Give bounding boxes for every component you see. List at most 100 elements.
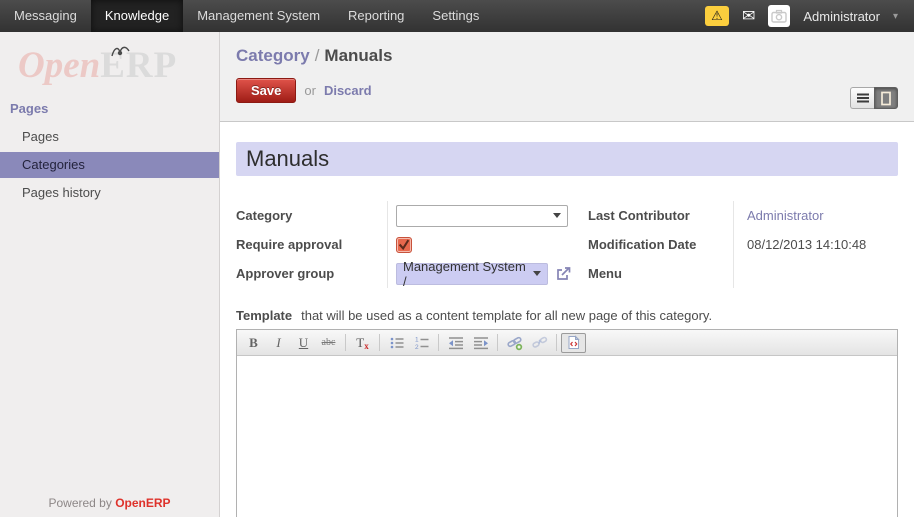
powered-by: Powered by OpenERP xyxy=(0,496,219,510)
last-contributor-label: Last Contributor xyxy=(588,201,733,230)
indent-button[interactable] xyxy=(468,333,493,353)
editor-toolbar: B I U abc Tx xyxy=(237,330,897,356)
approver-group-select[interactable]: Management System / xyxy=(396,263,548,285)
remove-format-x: x xyxy=(364,341,369,351)
main-header: Category/Manuals Save or Discard xyxy=(220,32,914,122)
field-row-category: Category xyxy=(236,201,588,230)
ant-icon xyxy=(106,42,136,58)
form-sheet: Manuals Category xyxy=(220,122,914,517)
list-view-button[interactable] xyxy=(850,87,874,109)
link-button[interactable] xyxy=(502,333,527,353)
openerp-logo: OpenERP xyxy=(18,44,219,87)
category-select[interactable] xyxy=(396,205,568,227)
camera-placeholder-icon xyxy=(770,8,788,24)
category-label: Category xyxy=(236,201,387,230)
menu-settings[interactable]: Settings xyxy=(418,0,493,32)
powered-by-text: Powered by xyxy=(48,496,111,510)
chevron-down-icon xyxy=(533,271,541,276)
logo-open-text: Open xyxy=(18,45,100,86)
toolbar-separator xyxy=(556,334,557,351)
menu-messaging[interactable]: Messaging xyxy=(0,0,91,32)
rich-text-editor: B I U abc Tx xyxy=(236,329,898,517)
underline-button[interactable]: U xyxy=(291,333,316,353)
top-navbar: Messaging Knowledge Management System Re… xyxy=(0,0,914,32)
category-title-field[interactable]: Manuals xyxy=(236,142,898,176)
main-content: Category/Manuals Save or Discard xyxy=(220,32,914,517)
breadcrumb-current: Manuals xyxy=(324,46,392,65)
template-help-text: that will be used as a content template … xyxy=(301,308,712,323)
template-label: Template xyxy=(236,308,292,323)
menu-knowledge[interactable]: Knowledge xyxy=(91,0,183,32)
remove-format-t: T xyxy=(356,335,364,351)
unlink-icon xyxy=(532,335,548,351)
unlink-button[interactable] xyxy=(527,333,552,353)
bulleted-list-button[interactable] xyxy=(384,333,409,353)
fields-area: Category Require approval xyxy=(236,201,898,288)
avatar[interactable] xyxy=(768,5,790,27)
source-code-icon xyxy=(566,335,581,350)
template-section-header: Template that will be used as a content t… xyxy=(236,308,898,323)
field-row-approver-group: Approver group Management System / xyxy=(236,259,588,288)
sidebar: OpenERP Pages Pages Categories Pages his… xyxy=(0,32,220,517)
check-icon xyxy=(397,238,411,251)
fields-right-column: Last Contributor Administrator Modificat… xyxy=(588,201,898,288)
form-view-icon xyxy=(879,91,893,106)
source-button[interactable] xyxy=(561,333,586,353)
menu-reporting[interactable]: Reporting xyxy=(334,0,418,32)
require-approval-label: Require approval xyxy=(236,230,387,259)
svg-text:2: 2 xyxy=(415,344,419,351)
indent-icon xyxy=(473,335,489,351)
open-record-button[interactable] xyxy=(555,266,572,282)
user-menu[interactable]: Administrator xyxy=(803,9,880,24)
openerp-brand-link[interactable]: OpenERP xyxy=(115,496,170,510)
discard-button[interactable]: Discard xyxy=(324,83,372,98)
view-switcher xyxy=(850,87,898,109)
svg-text:1: 1 xyxy=(415,336,419,343)
modification-date-value: 08/12/2013 14:10:48 xyxy=(747,237,866,252)
last-contributor-value[interactable]: Administrator xyxy=(747,208,824,223)
field-row-menu: Menu xyxy=(588,259,898,288)
warning-icon[interactable]: ⚠ xyxy=(705,6,729,26)
italic-button[interactable]: I xyxy=(266,333,291,353)
field-row-modification-date: Modification Date 08/12/2013 14:10:48 xyxy=(588,230,898,259)
outdent-button[interactable] xyxy=(443,333,468,353)
breadcrumb: Category/Manuals xyxy=(236,32,898,66)
numbered-list-icon: 1 2 xyxy=(414,335,430,351)
strikethrough-button[interactable]: abc xyxy=(316,333,341,353)
require-approval-checkbox[interactable] xyxy=(396,237,412,253)
sidebar-item-pages[interactable]: Pages xyxy=(0,124,219,150)
bulleted-list-icon xyxy=(389,335,405,351)
toolbar-separator xyxy=(379,334,380,351)
external-link-icon xyxy=(555,266,572,282)
menu-management-system[interactable]: Management System xyxy=(183,0,334,32)
approver-group-value: Management System / xyxy=(403,259,527,289)
topbar-right: ⚠ ✉ Administrator ▾ xyxy=(705,0,914,32)
template-content-editable[interactable] xyxy=(237,356,897,517)
or-label: or xyxy=(304,83,316,98)
menu-label: Menu xyxy=(588,259,733,288)
bold-button[interactable]: B xyxy=(241,333,266,353)
save-button[interactable]: Save xyxy=(236,78,296,103)
remove-format-button[interactable]: Tx xyxy=(350,333,375,353)
breadcrumb-category[interactable]: Category xyxy=(236,46,310,65)
sidebar-section-pages: Pages xyxy=(0,87,219,124)
form-view-button[interactable] xyxy=(874,87,898,109)
approver-group-label: Approver group xyxy=(236,259,387,288)
fields-left-column: Category Require approval xyxy=(236,201,588,288)
breadcrumb-separator: / xyxy=(310,46,325,65)
outdent-icon xyxy=(448,335,464,351)
action-row: Save or Discard xyxy=(236,78,898,103)
field-row-last-contributor: Last Contributor Administrator xyxy=(588,201,898,230)
mail-icon[interactable]: ✉ xyxy=(742,6,755,26)
chevron-down-icon xyxy=(553,213,561,218)
modification-date-label: Modification Date xyxy=(588,230,733,259)
link-icon xyxy=(507,335,523,351)
toolbar-separator xyxy=(497,334,498,351)
sidebar-item-categories[interactable]: Categories xyxy=(0,152,219,178)
numbered-list-button[interactable]: 1 2 xyxy=(409,333,434,353)
chevron-down-icon[interactable]: ▾ xyxy=(893,11,898,22)
toolbar-separator xyxy=(438,334,439,351)
toolbar-separator xyxy=(345,334,346,351)
field-row-require-approval: Require approval xyxy=(236,230,588,259)
sidebar-item-pages-history[interactable]: Pages history xyxy=(0,180,219,206)
